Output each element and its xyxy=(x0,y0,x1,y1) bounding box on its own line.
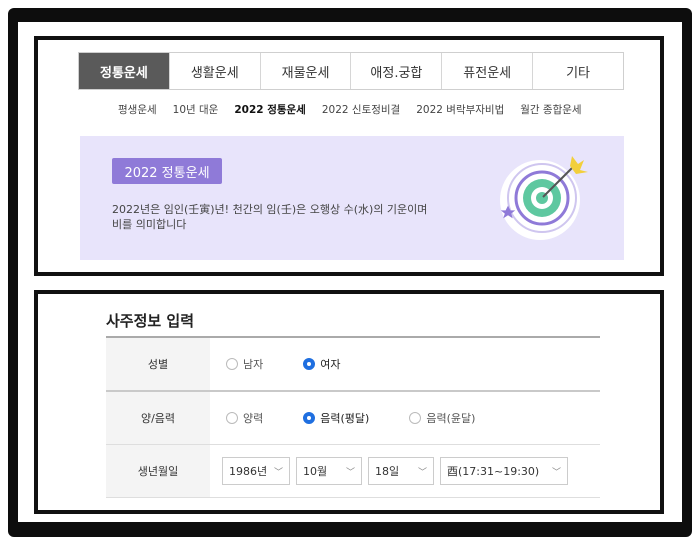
tab-fusion[interactable]: 퓨전운세 xyxy=(442,53,534,89)
subnav-item-10year[interactable]: 10년 대운 xyxy=(173,102,219,117)
subnav-item-monthly[interactable]: 월간 종합운세 xyxy=(520,102,581,117)
radio-circle[interactable] xyxy=(226,358,238,370)
birthdate-label: 생년월일 xyxy=(106,445,210,497)
radio-circle[interactable] xyxy=(226,412,238,424)
tab-etc[interactable]: 기타 xyxy=(533,53,623,89)
category-tabs: 정통운세 생활운세 재물운세 애정.궁합 퓨전운세 기타 xyxy=(78,52,624,90)
intro-banner: 2022 정통운세 2022년은 임인(壬寅)년! 천간의 임(壬)은 오행상 … xyxy=(80,136,624,260)
birthdate-selects: 1986년 ﹀ 10월 ﹀ 18일 ﹀ 酉(17:31~19:30) ﹀ xyxy=(210,445,600,497)
form-title: 사주정보 입력 xyxy=(106,312,195,330)
gender-male-radio[interactable]: 남자 xyxy=(226,356,263,372)
radio-circle[interactable] xyxy=(409,412,422,424)
calendar-label: 양/음력 xyxy=(106,392,210,444)
select-value: 10월 xyxy=(303,465,328,478)
calendar-lunar-normal-radio[interactable]: 음력(평달) xyxy=(303,410,369,426)
target-arrow-icon xyxy=(500,156,588,240)
tab-wealth[interactable]: 재물운세 xyxy=(260,53,352,89)
radio-label: 음력(평달) xyxy=(320,412,370,425)
select-value: 酉(17:31~19:30) xyxy=(447,465,540,478)
subnav-item-lifetime[interactable]: 평생운세 xyxy=(118,102,157,117)
sub-navigation: 평생운세 10년 대운 2022 정통운세 2022 신토정비결 2022 벼락… xyxy=(118,102,582,117)
birth-year-select[interactable]: 1986년 ﹀ xyxy=(222,457,290,485)
select-value: 1986년 xyxy=(229,465,268,478)
chevron-down-icon: ﹀ xyxy=(345,467,355,478)
radio-circle-checked[interactable] xyxy=(303,358,316,370)
tab-jeongtong[interactable]: 정통운세 xyxy=(79,53,170,89)
birth-hour-select[interactable]: 酉(17:31~19:30) ﹀ xyxy=(440,457,568,485)
gender-options: 남자 여자 xyxy=(210,338,600,390)
calendar-row: 양/음력 양력 음력(평달) 음력(윤달) xyxy=(106,392,600,445)
birth-month-select[interactable]: 10월 ﹀ xyxy=(296,457,362,485)
calendar-options: 양력 음력(평달) 음력(윤달) xyxy=(210,392,600,444)
gender-row: 성별 남자 여자 xyxy=(106,338,600,392)
select-value: 18일 xyxy=(375,465,400,478)
saju-form: 성별 남자 여자 양/음력 양력 음력(평달) 음력(윤달) 생년월일 1986… xyxy=(106,336,600,498)
calendar-lunar-leap-radio[interactable]: 음력(윤달) xyxy=(409,410,475,426)
chevron-down-icon: ﹀ xyxy=(273,467,283,478)
arrow-fletching xyxy=(570,156,588,174)
calendar-solar-radio[interactable]: 양력 xyxy=(226,410,263,426)
radio-label: 여자 xyxy=(320,358,341,371)
chevron-down-icon: ﹀ xyxy=(417,467,427,478)
subnav-item-2022-tojeong[interactable]: 2022 신토정비결 xyxy=(322,102,400,117)
fortune-menu-panel: 정통운세 생활운세 재물운세 애정.궁합 퓨전운세 기타 평생운세 10년 대운… xyxy=(34,36,664,276)
birthdate-row: 생년월일 1986년 ﹀ 10월 ﹀ 18일 ﹀ 酉(17:31~19:30) … xyxy=(106,445,600,498)
radio-label: 남자 xyxy=(243,358,264,371)
radio-circle-checked[interactable] xyxy=(303,412,316,424)
banner-badge: 2022 정통운세 xyxy=(112,158,222,184)
banner-desc-line-1: 2022년은 임인(壬寅)년! 천간의 임(壬)은 오행상 수(水)의 기운이며 xyxy=(112,203,428,216)
saju-input-panel: 사주정보 입력 성별 남자 여자 양/음력 양력 음력(평달) 음력(윤달) 생… xyxy=(34,290,664,514)
radio-label: 양력 xyxy=(243,412,264,425)
banner-desc-line-2: 비를 의미합니다 xyxy=(112,218,187,231)
chevron-down-icon: ﹀ xyxy=(551,467,561,478)
gender-female-radio[interactable]: 여자 xyxy=(303,356,341,372)
radio-label: 음력(윤달) xyxy=(426,412,476,425)
subnav-item-2022-rich[interactable]: 2022 벼락부자비법 xyxy=(416,102,504,117)
tab-life[interactable]: 생활운세 xyxy=(169,53,261,89)
birth-day-select[interactable]: 18일 ﹀ xyxy=(368,457,434,485)
gender-label: 성별 xyxy=(106,338,210,390)
subnav-item-2022-jeongtong[interactable]: 2022 정통운세 xyxy=(234,102,306,117)
banner-description: 2022년은 임인(壬寅)년! 천간의 임(壬)은 오행상 수(水)의 기운이며… xyxy=(112,202,452,232)
tab-love[interactable]: 애정.궁합 xyxy=(351,53,443,89)
